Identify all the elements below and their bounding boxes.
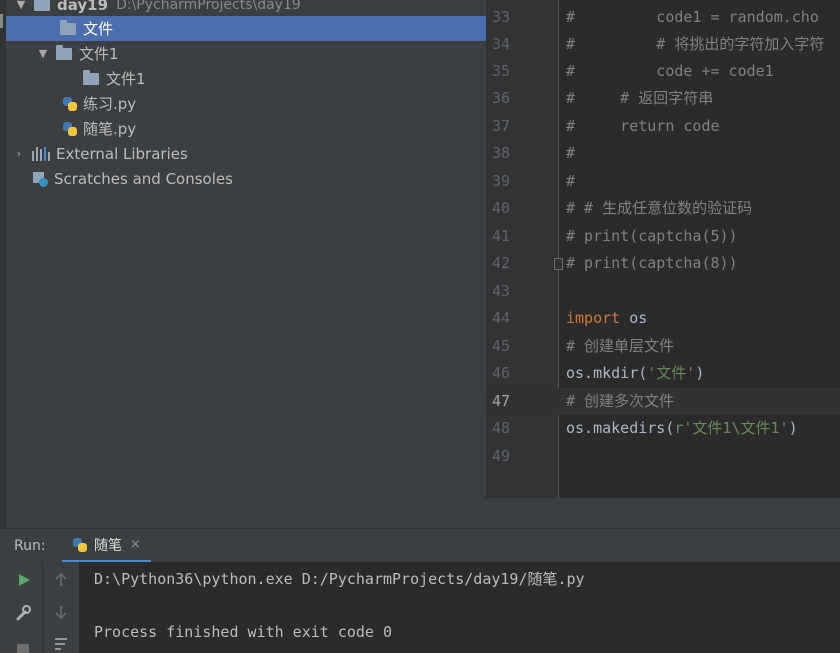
code-line[interactable]: 43 <box>486 278 840 305</box>
tree-item-label: 文件1 <box>79 45 119 63</box>
code-line[interactable]: 48 os.makedirs(r'文件1\文件1') <box>486 415 840 442</box>
editor-bottom-bar <box>486 498 840 528</box>
folder-icon <box>34 0 50 11</box>
tree-item-external-libraries[interactable]: › External Libraries <box>6 141 486 166</box>
code-line[interactable]: 35 # code += code1 <box>486 58 840 85</box>
code-line[interactable]: 49 <box>486 443 840 470</box>
code-line[interactable]: 44 import os <box>486 305 840 332</box>
code-line[interactable]: 40 # # 生成任意位数的验证码 <box>486 195 840 222</box>
folder-icon <box>83 69 99 85</box>
code-line[interactable]: 42 # print(captcha(8)) <box>486 250 840 277</box>
fold-marker-icon[interactable] <box>554 258 563 270</box>
tree-item-label: 随笔.py <box>83 120 137 138</box>
run-toolbar <box>0 562 42 653</box>
code-line-current[interactable]: 47 # 创建多次文件 <box>486 388 840 415</box>
folder-icon <box>56 44 72 60</box>
code-line[interactable]: 41 # print(captcha(5)) <box>486 223 840 250</box>
code-line[interactable]: 39 # <box>486 168 840 195</box>
tree-item-label: External Libraries <box>56 144 188 163</box>
tree-item-scratches[interactable]: Scratches and Consoles <box>6 166 486 191</box>
code-editor[interactable]: 33 # code1 = random.cho 34 # # 将挑出的字符加入字符 … <box>486 0 840 528</box>
tree-item-folder-wenjian[interactable]: 文件 <box>6 16 486 41</box>
tree-item-label: 文件 <box>83 20 114 38</box>
code-line[interactable]: 46 os.mkdir('文件') <box>486 360 840 387</box>
tree-item-folder-wenjian1[interactable]: ▼ 文件1 <box>6 41 486 66</box>
run-play-icon[interactable] <box>16 572 32 588</box>
python-file-icon <box>62 121 78 137</box>
code-line[interactable]: 38 # <box>486 140 840 167</box>
run-tab-label: 随笔 <box>94 537 122 554</box>
tree-item-label: Scratches and Consoles <box>54 169 233 188</box>
wrench-icon[interactable] <box>14 604 32 622</box>
tree-item-day19[interactable]: ▼ day19 D:\PycharmProjects\day19 <box>6 0 486 17</box>
console-line: Process finished with exit code 0 <box>94 623 393 641</box>
chevron-down-icon[interactable]: ▼ <box>14 0 28 11</box>
run-tab-suibi[interactable]: 随笔 × <box>62 529 151 563</box>
code-line[interactable]: 45 # 创建单层文件 <box>486 333 840 360</box>
tree-item-suibi-py[interactable]: 随笔.py <box>6 116 486 141</box>
code-line[interactable]: 33 # code1 = random.cho <box>486 4 840 31</box>
console-line: D:\Python36\python.exe D:/PycharmProject… <box>94 570 585 588</box>
run-label: Run: <box>14 538 46 554</box>
close-icon[interactable]: × <box>130 537 141 552</box>
code-line[interactable]: 34 # # 将挑出的字符加入字符 <box>486 31 840 58</box>
library-icon <box>32 146 50 161</box>
tree-item-label: 文件1 <box>106 70 146 88</box>
code-line[interactable]: 37 # return code <box>486 113 840 140</box>
project-panel: ▼ day19 D:\PycharmProjects\day19 文件 ▼ 文件… <box>0 0 486 528</box>
chevron-right-icon[interactable]: › <box>12 147 26 160</box>
tree-item-label: 练习.py <box>83 95 137 113</box>
tree-item-folder-wenjian1-nested[interactable]: 文件1 <box>6 66 486 91</box>
python-file-icon <box>72 537 88 553</box>
chevron-down-icon[interactable]: ▼ <box>36 47 50 60</box>
python-file-icon <box>62 96 78 112</box>
tree-item-lianxi-py[interactable]: 练习.py <box>6 91 486 116</box>
scratches-icon <box>32 171 48 187</box>
run-toolbar-secondary <box>42 562 79 653</box>
project-path: D:\PycharmProjects\day19 <box>116 0 301 13</box>
stop-icon[interactable] <box>17 644 29 653</box>
tree-item-label: day19 <box>57 0 109 14</box>
folder-icon <box>60 19 76 35</box>
arrow-down-icon[interactable] <box>53 604 69 620</box>
run-panel-header: Run: 随笔 × <box>0 528 840 563</box>
code-line[interactable]: 36 # # 返回字符串 <box>486 85 840 112</box>
arrow-up-icon[interactable] <box>53 572 69 588</box>
soft-wrap-icon[interactable] <box>53 636 69 652</box>
run-console-output[interactable]: D:\Python36\python.exe D:/PycharmProject… <box>79 562 840 653</box>
